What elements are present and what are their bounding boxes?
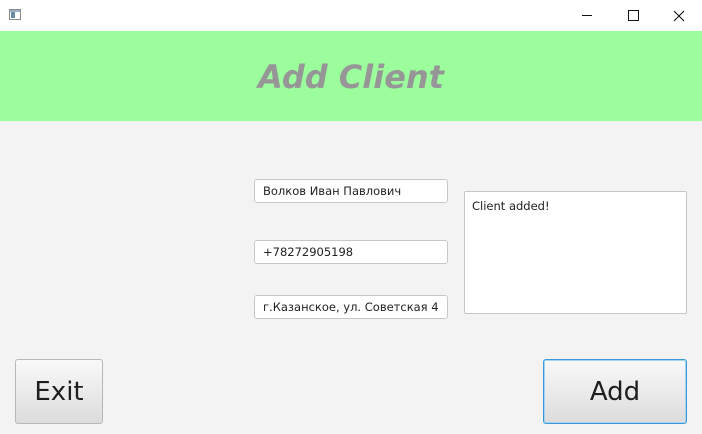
exit-button[interactable]: Exit [15,359,103,424]
add-button-label: Add [589,376,641,407]
close-icon [673,10,685,21]
exit-button-label: Exit [34,376,84,407]
status-output-textarea[interactable]: Client added! [464,191,687,314]
header-banner: Add Client [0,31,702,121]
minimize-icon [582,15,592,16]
client-phone-input[interactable] [254,240,448,264]
status-message: Client added! [472,199,550,213]
close-button[interactable] [656,0,702,31]
maximize-button[interactable] [610,0,656,31]
client-address-input[interactable] [254,295,448,319]
window-titlebar[interactable] [0,0,702,31]
minimize-button[interactable] [564,0,610,31]
page-title: Add Client [258,58,444,96]
client-name-input[interactable] [254,179,448,203]
app-window-icon [9,9,21,20]
maximize-icon [627,10,639,21]
add-button[interactable]: Add [543,359,687,424]
